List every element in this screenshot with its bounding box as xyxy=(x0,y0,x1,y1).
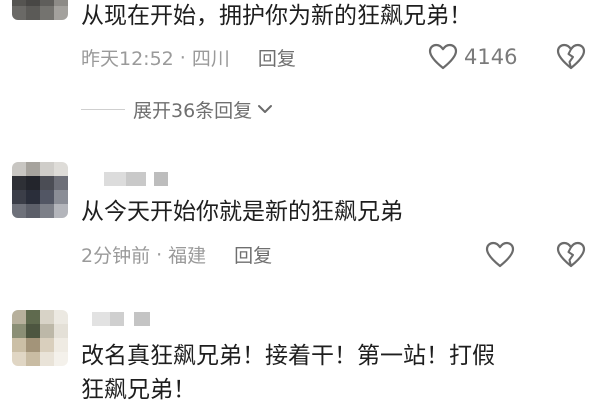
like-button[interactable]: 4146 xyxy=(428,43,517,70)
comment-time: 2分钟前 xyxy=(81,245,151,267)
comment-location: 福建 xyxy=(168,245,207,267)
avatar[interactable] xyxy=(12,310,68,366)
expand-replies-button[interactable]: 展开36条回复 xyxy=(81,96,274,123)
reply-button[interactable]: 回复 xyxy=(234,241,272,268)
broken-heart-icon xyxy=(556,43,586,70)
meta-separator: · xyxy=(156,243,163,266)
reply-button[interactable]: 回复 xyxy=(258,44,296,71)
dislike-button[interactable] xyxy=(556,241,586,268)
like-count: 4146 xyxy=(464,44,518,69)
expand-divider xyxy=(81,109,125,110)
username-mosaic xyxy=(104,172,168,186)
comment-meta: 2分钟前 · 福建 回复 xyxy=(81,241,272,268)
comment-meta: 昨天12:52 · 四川 回复 xyxy=(81,44,296,71)
broken-heart-icon xyxy=(556,241,586,268)
expand-replies-label: 展开36条回复 xyxy=(133,100,253,122)
dislike-button[interactable] xyxy=(556,43,586,70)
heart-outline-icon xyxy=(485,241,515,268)
comment-list: 从现在开始，拥护你为新的狂飙兄弟！ 昨天12:52 · 四川 回复 4146 展… xyxy=(0,0,600,403)
comment-location: 四川 xyxy=(191,48,230,70)
comment-text: 从今天开始你就是新的狂飙兄弟 xyxy=(81,199,403,225)
like-button[interactable] xyxy=(485,241,515,268)
comment-time: 昨天12:52 xyxy=(81,48,174,70)
meta-separator: · xyxy=(179,46,186,69)
comment-text: 从现在开始，拥护你为新的狂飙兄弟！ xyxy=(81,3,472,29)
avatar[interactable] xyxy=(12,162,68,218)
comment-text-line-1: 改名真狂飙兄弟！接着干！第一站！打假 xyxy=(81,343,495,369)
heart-outline-icon xyxy=(428,43,458,70)
chevron-down-icon xyxy=(256,100,274,119)
username-mosaic xyxy=(92,312,150,326)
avatar[interactable] xyxy=(12,0,68,20)
